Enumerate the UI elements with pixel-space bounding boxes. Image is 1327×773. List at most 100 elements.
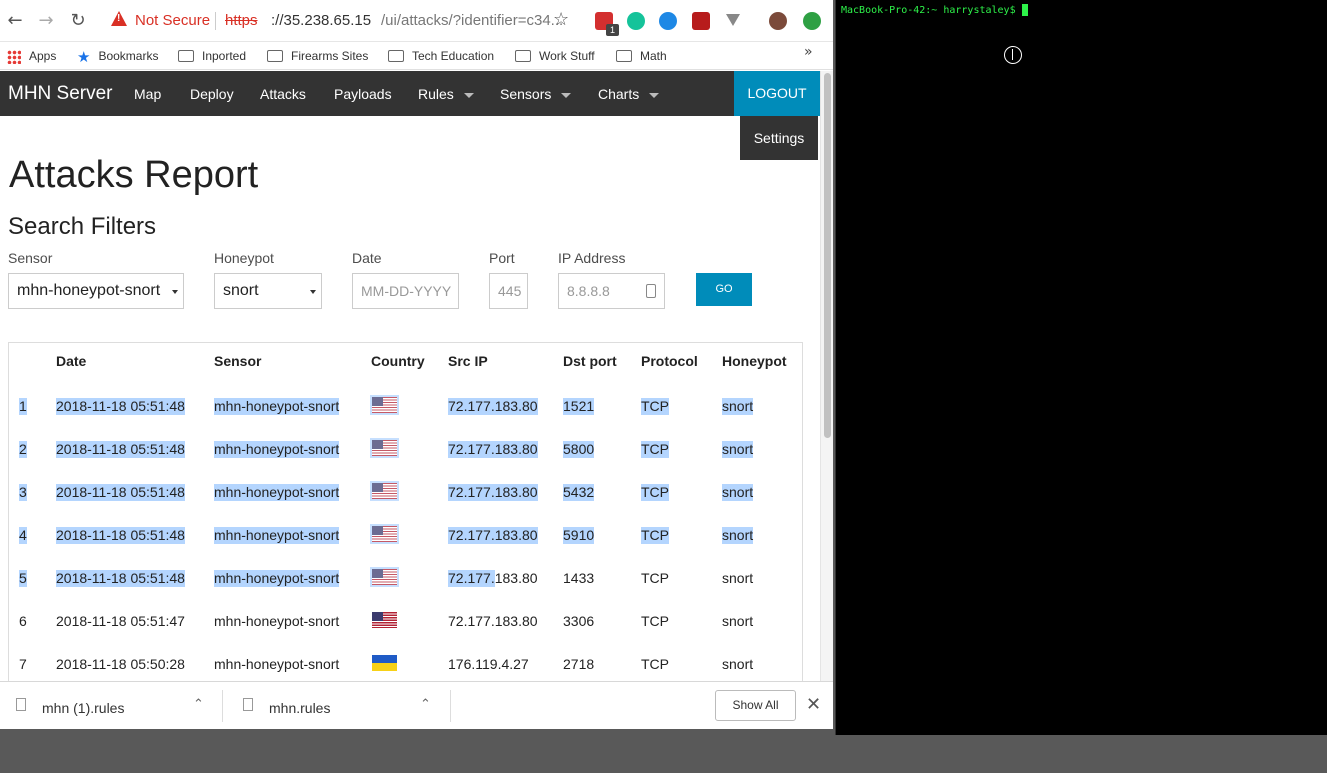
table-row[interactable]: 7 2018-11-18 05:50:28 mhn-honeypot-snort…	[9, 643, 802, 681]
nav-sensors[interactable]: Sensors	[500, 86, 572, 102]
table-row[interactable]: 6 2018-11-18 05:51:47 mhn-honeypot-snort…	[9, 600, 802, 643]
nav-payloads[interactable]: Payloads	[334, 86, 392, 102]
honeypot-select[interactable]: snort	[214, 273, 322, 309]
cell-honeypot: snort	[722, 656, 754, 672]
network-extension-icon[interactable]	[659, 12, 677, 30]
cell-sensor: mhn-honeypot-snort	[214, 484, 340, 501]
logout-button[interactable]: LOGOUT	[734, 71, 820, 116]
browser-toolbar: ← → ↻ Not Secure https ://35.238.65.15 /…	[0, 0, 833, 42]
nav-rules-label: Rules	[418, 86, 454, 102]
grammarly-extension-icon[interactable]	[627, 12, 645, 30]
ip-input[interactable]: 8.8.8.8	[558, 273, 665, 309]
cell-protocol: TCP	[641, 570, 669, 586]
chevron-double-right-icon[interactable]: »	[804, 44, 813, 60]
cell-honeypot: snort	[722, 484, 754, 501]
nav-charts-label: Charts	[598, 86, 640, 102]
nav-attacks[interactable]: Attacks	[260, 86, 306, 102]
folder-icon	[388, 49, 404, 62]
us-flag-icon	[370, 481, 399, 501]
col-date[interactable]: Date	[56, 353, 86, 369]
cell-src-ip[interactable]: 72.177.183.80	[448, 527, 538, 544]
col-src-ip[interactable]: Src IP	[448, 353, 488, 369]
bookmark-folder-firearms[interactable]: Firearms Sites	[267, 46, 368, 66]
cell-sensor: mhn-honeypot-snort	[214, 613, 340, 629]
page-scrollbar[interactable]	[820, 71, 833, 681]
cell-date: 2018-11-18 05:50:28	[56, 656, 185, 672]
bookmark-folder-work[interactable]: Work Stuff	[515, 46, 595, 66]
row-number: 7	[19, 656, 27, 672]
cell-honeypot: snort	[722, 527, 754, 544]
bookmark-bookmarks[interactable]: ★ Bookmarks	[77, 46, 158, 66]
terminal-window[interactable]: MacBook-Pro-42:~ harrystaley$	[835, 0, 1327, 735]
go-button[interactable]: GO	[696, 273, 752, 306]
table-row[interactable]: 1 2018-11-18 05:51:48 mhn-honeypot-snort…	[9, 385, 802, 428]
col-honeypot[interactable]: Honeypot	[722, 353, 787, 369]
download-item[interactable]: mhn.rules ⌃	[227, 682, 449, 729]
chevron-up-icon[interactable]: ⌃	[420, 697, 431, 712]
sensor-select[interactable]: mhn-honeypot-snort	[8, 273, 184, 309]
cell-src-ip[interactable]: 72.177.183.80	[448, 441, 538, 458]
bookmark-folder-math[interactable]: Math	[616, 46, 667, 66]
col-sensor[interactable]: Sensor	[214, 353, 261, 369]
url-host[interactable]: ://35.238.65.15	[271, 12, 371, 29]
bookmark-folder-tech[interactable]: Tech Education	[388, 46, 494, 66]
calendar-extension-icon[interactable]: 1	[595, 12, 619, 36]
warning-icon[interactable]	[111, 11, 127, 26]
nav-map[interactable]: Map	[134, 86, 161, 102]
table-header: Date Sensor Country Src IP Dst port Prot…	[9, 343, 802, 377]
close-icon[interactable]: ✕	[806, 694, 821, 715]
sensor-label: Sensor	[8, 250, 53, 266]
top-navbar: MHN Server Map Deploy Attacks Payloads R…	[0, 71, 820, 116]
cell-src-ip[interactable]: 176.119.4.27	[448, 656, 529, 673]
ublock-extension-icon[interactable]	[692, 12, 710, 30]
col-dst-port[interactable]: Dst port	[563, 353, 617, 369]
cell-src-ip[interactable]: 72.177.183.80	[448, 613, 538, 630]
table-row[interactable]: 5 2018-11-18 05:51:48 mhn-honeypot-snort…	[9, 557, 802, 600]
security-status[interactable]: Not Secure	[135, 12, 210, 29]
forward-arrow-icon[interactable]: →	[35, 10, 57, 32]
browser-window: ← → ↻ Not Secure https ://35.238.65.15 /…	[0, 0, 833, 729]
table-row[interactable]: 3 2018-11-18 05:51:48 mhn-honeypot-snort…	[9, 471, 802, 514]
url-path[interactable]: /ui/attacks/?identifier=c34...	[381, 12, 563, 29]
extension-badge: 1	[606, 24, 619, 36]
cell-honeypot: snort	[722, 570, 754, 586]
nav-deploy[interactable]: Deploy	[190, 86, 234, 102]
back-arrow-icon[interactable]: ←	[4, 10, 26, 32]
cell-protocol: TCP	[641, 527, 669, 544]
date-input[interactable]: MM-DD-YYYY	[352, 273, 459, 309]
table-row[interactable]: 4 2018-11-18 05:51:48 mhn-honeypot-snort…	[9, 514, 802, 557]
cell-dst-port: 3306	[563, 613, 595, 629]
cell-src-ip[interactable]: 72.177.183.80	[448, 570, 538, 587]
cell-src-ip[interactable]: 72.177.183.80	[448, 398, 538, 415]
show-all-button[interactable]: Show All	[715, 690, 796, 721]
vue-extension-icon[interactable]	[724, 12, 742, 30]
download-filename: mhn.rules	[269, 700, 331, 716]
settings-menu-item[interactable]: Settings	[740, 116, 818, 160]
url-scheme[interactable]: https	[225, 12, 258, 29]
chevron-up-icon[interactable]: ⌃	[193, 697, 204, 712]
cell-dst-port: 5910	[563, 527, 595, 544]
col-protocol[interactable]: Protocol	[641, 353, 698, 369]
bookmark-star-icon[interactable]: ☆	[553, 9, 569, 30]
contact-card-icon[interactable]	[646, 284, 656, 298]
bookmark-apps[interactable]: Apps	[7, 46, 56, 66]
reload-icon[interactable]: ↻	[67, 10, 89, 32]
cell-src-ip[interactable]: 72.177.183.80	[448, 484, 538, 501]
port-input[interactable]: 445	[489, 273, 528, 309]
scrollbar-thumb[interactable]	[824, 73, 831, 438]
ua-flag-icon	[372, 655, 397, 671]
cell-protocol: TCP	[641, 613, 669, 629]
brand[interactable]: MHN Server	[8, 83, 113, 105]
col-country[interactable]: Country	[371, 353, 425, 369]
nav-rules[interactable]: Rules	[418, 86, 474, 102]
terminal-prompt-text: MacBook-Pro-42:~ harrystaley$	[841, 5, 1016, 16]
folder-icon	[515, 49, 531, 62]
nav-charts[interactable]: Charts	[598, 86, 660, 102]
profile-avatar[interactable]	[769, 12, 787, 30]
update-extension-icon[interactable]	[803, 12, 821, 30]
divider	[450, 690, 451, 722]
cell-dst-port: 1521	[563, 398, 595, 415]
table-row[interactable]: 2 2018-11-18 05:51:48 mhn-honeypot-snort…	[9, 428, 802, 471]
bookmark-folder-inported[interactable]: Inported	[178, 46, 246, 66]
download-item[interactable]: mhn (1).rules ⌃	[0, 682, 222, 729]
